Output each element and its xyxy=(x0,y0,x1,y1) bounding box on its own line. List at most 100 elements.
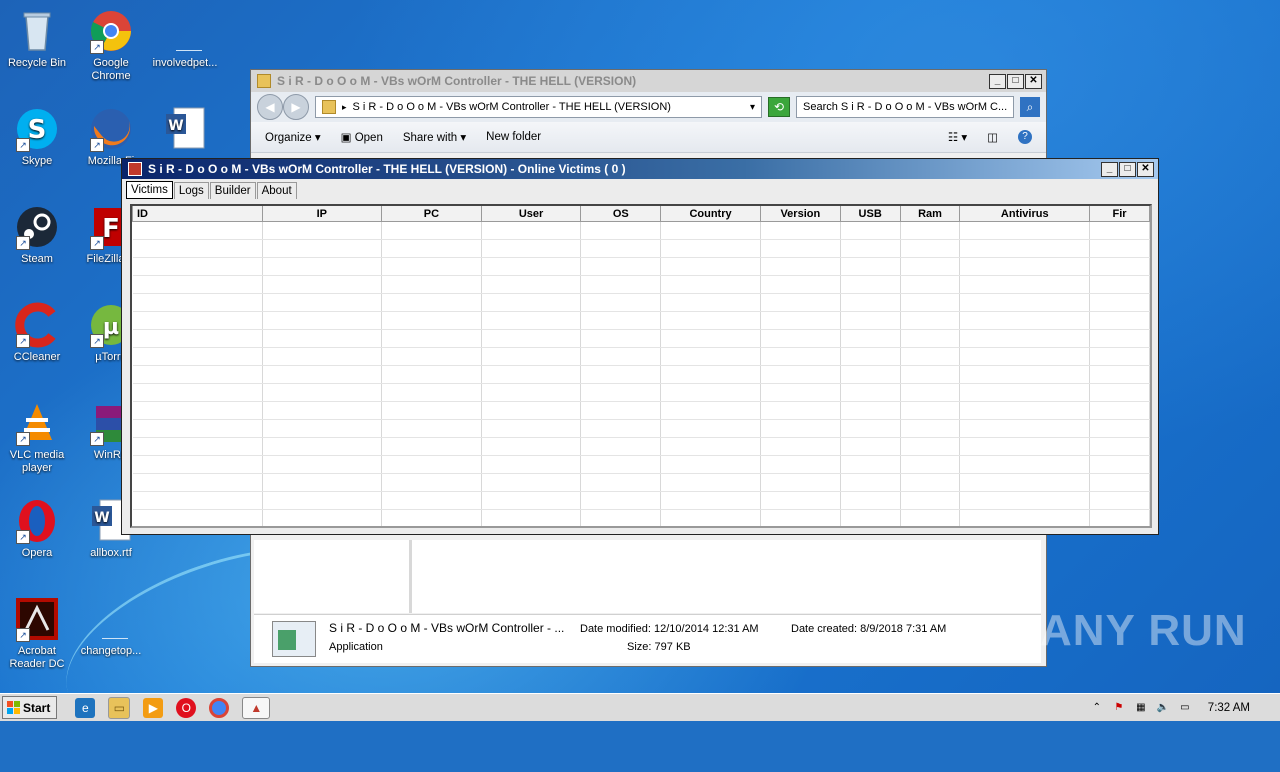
table-row[interactable] xyxy=(132,473,1150,492)
start-button[interactable]: Start xyxy=(2,696,58,719)
search-input[interactable]: Search S i R - D o O o M - VBs wOrM C... xyxy=(796,96,1014,118)
column-header-antivirus[interactable]: Antivirus xyxy=(959,206,1091,222)
open-button[interactable]: ▣ Open xyxy=(341,130,383,144)
close-button[interactable]: ✕ xyxy=(1137,161,1154,177)
desktop-icon-word-doc[interactable]: W xyxy=(148,106,222,155)
controller-tabs: Victims Logs Builder About xyxy=(122,179,1158,199)
table-cell xyxy=(900,473,961,492)
table-row[interactable] xyxy=(132,491,1150,510)
minimize-button[interactable]: _ xyxy=(1101,161,1118,177)
chevron-right-icon[interactable]: ▸ xyxy=(342,102,347,113)
column-header-id[interactable]: ID xyxy=(132,206,263,222)
tab-victims[interactable]: Victims xyxy=(126,181,173,199)
table-row[interactable] xyxy=(132,329,1150,348)
explorer-content xyxy=(254,540,1041,613)
table-row[interactable] xyxy=(132,293,1150,312)
anyrun-watermark: ANY RUN xyxy=(1040,606,1247,655)
desktop-icon-chrome[interactable]: ↗ Google Chrome xyxy=(74,8,148,83)
tab-builder[interactable]: Builder xyxy=(209,182,256,199)
help-icon[interactable]: ? xyxy=(1018,130,1032,144)
worm-controller-icon[interactable]: ▲ xyxy=(242,696,271,719)
column-header-version[interactable]: Version xyxy=(759,206,841,222)
forward-button[interactable]: ▶ xyxy=(283,94,309,120)
table-cell xyxy=(1089,491,1150,510)
show-hidden-icons-icon[interactable]: ⌃ xyxy=(1090,701,1104,715)
volume-icon[interactable]: 🔈 xyxy=(1156,701,1170,715)
table-row[interactable] xyxy=(132,257,1150,276)
table-cell xyxy=(132,365,263,384)
victims-grid[interactable]: ID IP PC User OS Country Version USB Ram… xyxy=(130,204,1152,528)
controller-titlebar[interactable]: S i R - D o O o M - VBs wOrM Controller … xyxy=(122,159,1158,179)
table-row[interactable] xyxy=(132,437,1150,456)
table-cell xyxy=(840,491,901,510)
table-row[interactable] xyxy=(132,221,1150,240)
table-cell xyxy=(660,275,761,294)
desktop-icon-steam[interactable]: ↗ Steam xyxy=(0,204,74,266)
clock[interactable]: 7:32 AM xyxy=(1208,702,1250,714)
table-cell xyxy=(580,365,662,384)
desktop-icon-involvedpet[interactable]: involvedpet... xyxy=(148,8,222,70)
table-row[interactable] xyxy=(132,509,1150,526)
search-icon[interactable]: ⌕ xyxy=(1020,97,1040,117)
column-header-pc[interactable]: PC xyxy=(381,206,482,222)
media-player-icon[interactable]: ▶ xyxy=(143,697,164,718)
table-cell xyxy=(959,401,1091,420)
tab-logs[interactable]: Logs xyxy=(173,182,209,199)
column-header-os[interactable]: OS xyxy=(580,206,662,222)
table-row[interactable] xyxy=(132,347,1150,366)
refresh-button[interactable]: ⟲ xyxy=(768,97,790,117)
details-file-type: Application xyxy=(329,641,383,653)
table-row[interactable] xyxy=(132,383,1150,402)
column-header-usb[interactable]: USB xyxy=(839,206,901,222)
table-row[interactable] xyxy=(132,275,1150,294)
network-icon[interactable]: ▦ xyxy=(1134,701,1148,715)
desktop-icon-changetop[interactable]: changetop... xyxy=(74,596,148,658)
maximize-button[interactable]: □ xyxy=(1007,73,1024,89)
share-with-button[interactable]: Share with ▾ xyxy=(403,130,466,144)
desktop-icon-vlc[interactable]: ↗ VLC media player xyxy=(0,400,74,475)
tab-about[interactable]: About xyxy=(256,182,297,199)
column-header-user[interactable]: User xyxy=(480,206,582,222)
minimize-button[interactable]: _ xyxy=(989,73,1006,89)
navigation-pane[interactable] xyxy=(254,540,412,613)
ie-icon[interactable]: e xyxy=(75,697,96,718)
table-row[interactable] xyxy=(132,401,1150,420)
close-button[interactable]: ✕ xyxy=(1025,73,1042,89)
table-row[interactable] xyxy=(132,311,1150,330)
back-button[interactable]: ◀ xyxy=(257,94,283,120)
preview-pane-icon[interactable]: ◫ xyxy=(987,130,998,144)
chevron-down-icon[interactable]: ▾ xyxy=(750,102,761,113)
column-header-country[interactable]: Country xyxy=(660,206,761,222)
desktop-icon-acrobat[interactable]: ↗ Acrobat Reader DC xyxy=(0,596,74,671)
column-header-ram[interactable]: Ram xyxy=(899,206,961,222)
organize-button[interactable]: Organize ▾ xyxy=(265,130,321,144)
explorer-titlebar[interactable]: S i R - D o O o M - VBs wOrM Controller … xyxy=(251,70,1046,92)
desktop-icon-recycle-bin[interactable]: Recycle Bin xyxy=(0,8,74,70)
worm-controller-window[interactable]: S i R - D o O o M - VBs wOrM Controller … xyxy=(121,158,1159,535)
firefox-icon: ↗ xyxy=(88,106,134,152)
table-row[interactable] xyxy=(132,455,1150,474)
address-bar[interactable]: ▸ S i R - D o O o M - VBs wOrM Controlle… xyxy=(315,96,762,118)
chrome-icon[interactable] xyxy=(209,697,230,718)
table-cell xyxy=(132,473,263,492)
table-cell xyxy=(760,275,841,294)
opera-icon[interactable]: O xyxy=(176,697,197,718)
action-center-icon[interactable]: ⚑ xyxy=(1112,701,1126,715)
view-options-icon[interactable]: ☷ ▾ xyxy=(948,130,967,144)
maximize-button[interactable]: □ xyxy=(1119,161,1136,177)
shortcut-arrow-icon: ↗ xyxy=(90,236,104,250)
table-cell xyxy=(580,455,662,474)
table-row[interactable] xyxy=(132,239,1150,258)
column-header-firewall[interactable]: Fir xyxy=(1089,206,1150,222)
table-row[interactable] xyxy=(132,365,1150,384)
desktop-icon-opera[interactable]: ↗ Opera xyxy=(0,498,74,560)
new-folder-button[interactable]: New folder xyxy=(486,131,541,143)
svg-text:F: F xyxy=(102,214,120,244)
display-icon[interactable]: ▭ xyxy=(1178,701,1192,715)
desktop-icon-ccleaner[interactable]: ↗ CCleaner xyxy=(0,302,74,364)
column-header-ip[interactable]: IP xyxy=(261,206,383,222)
table-cell xyxy=(840,473,901,492)
desktop-icon-skype[interactable]: S ↗ Skype xyxy=(0,106,74,168)
explorer-icon[interactable]: ▭ xyxy=(108,696,131,719)
table-row[interactable] xyxy=(132,419,1150,438)
